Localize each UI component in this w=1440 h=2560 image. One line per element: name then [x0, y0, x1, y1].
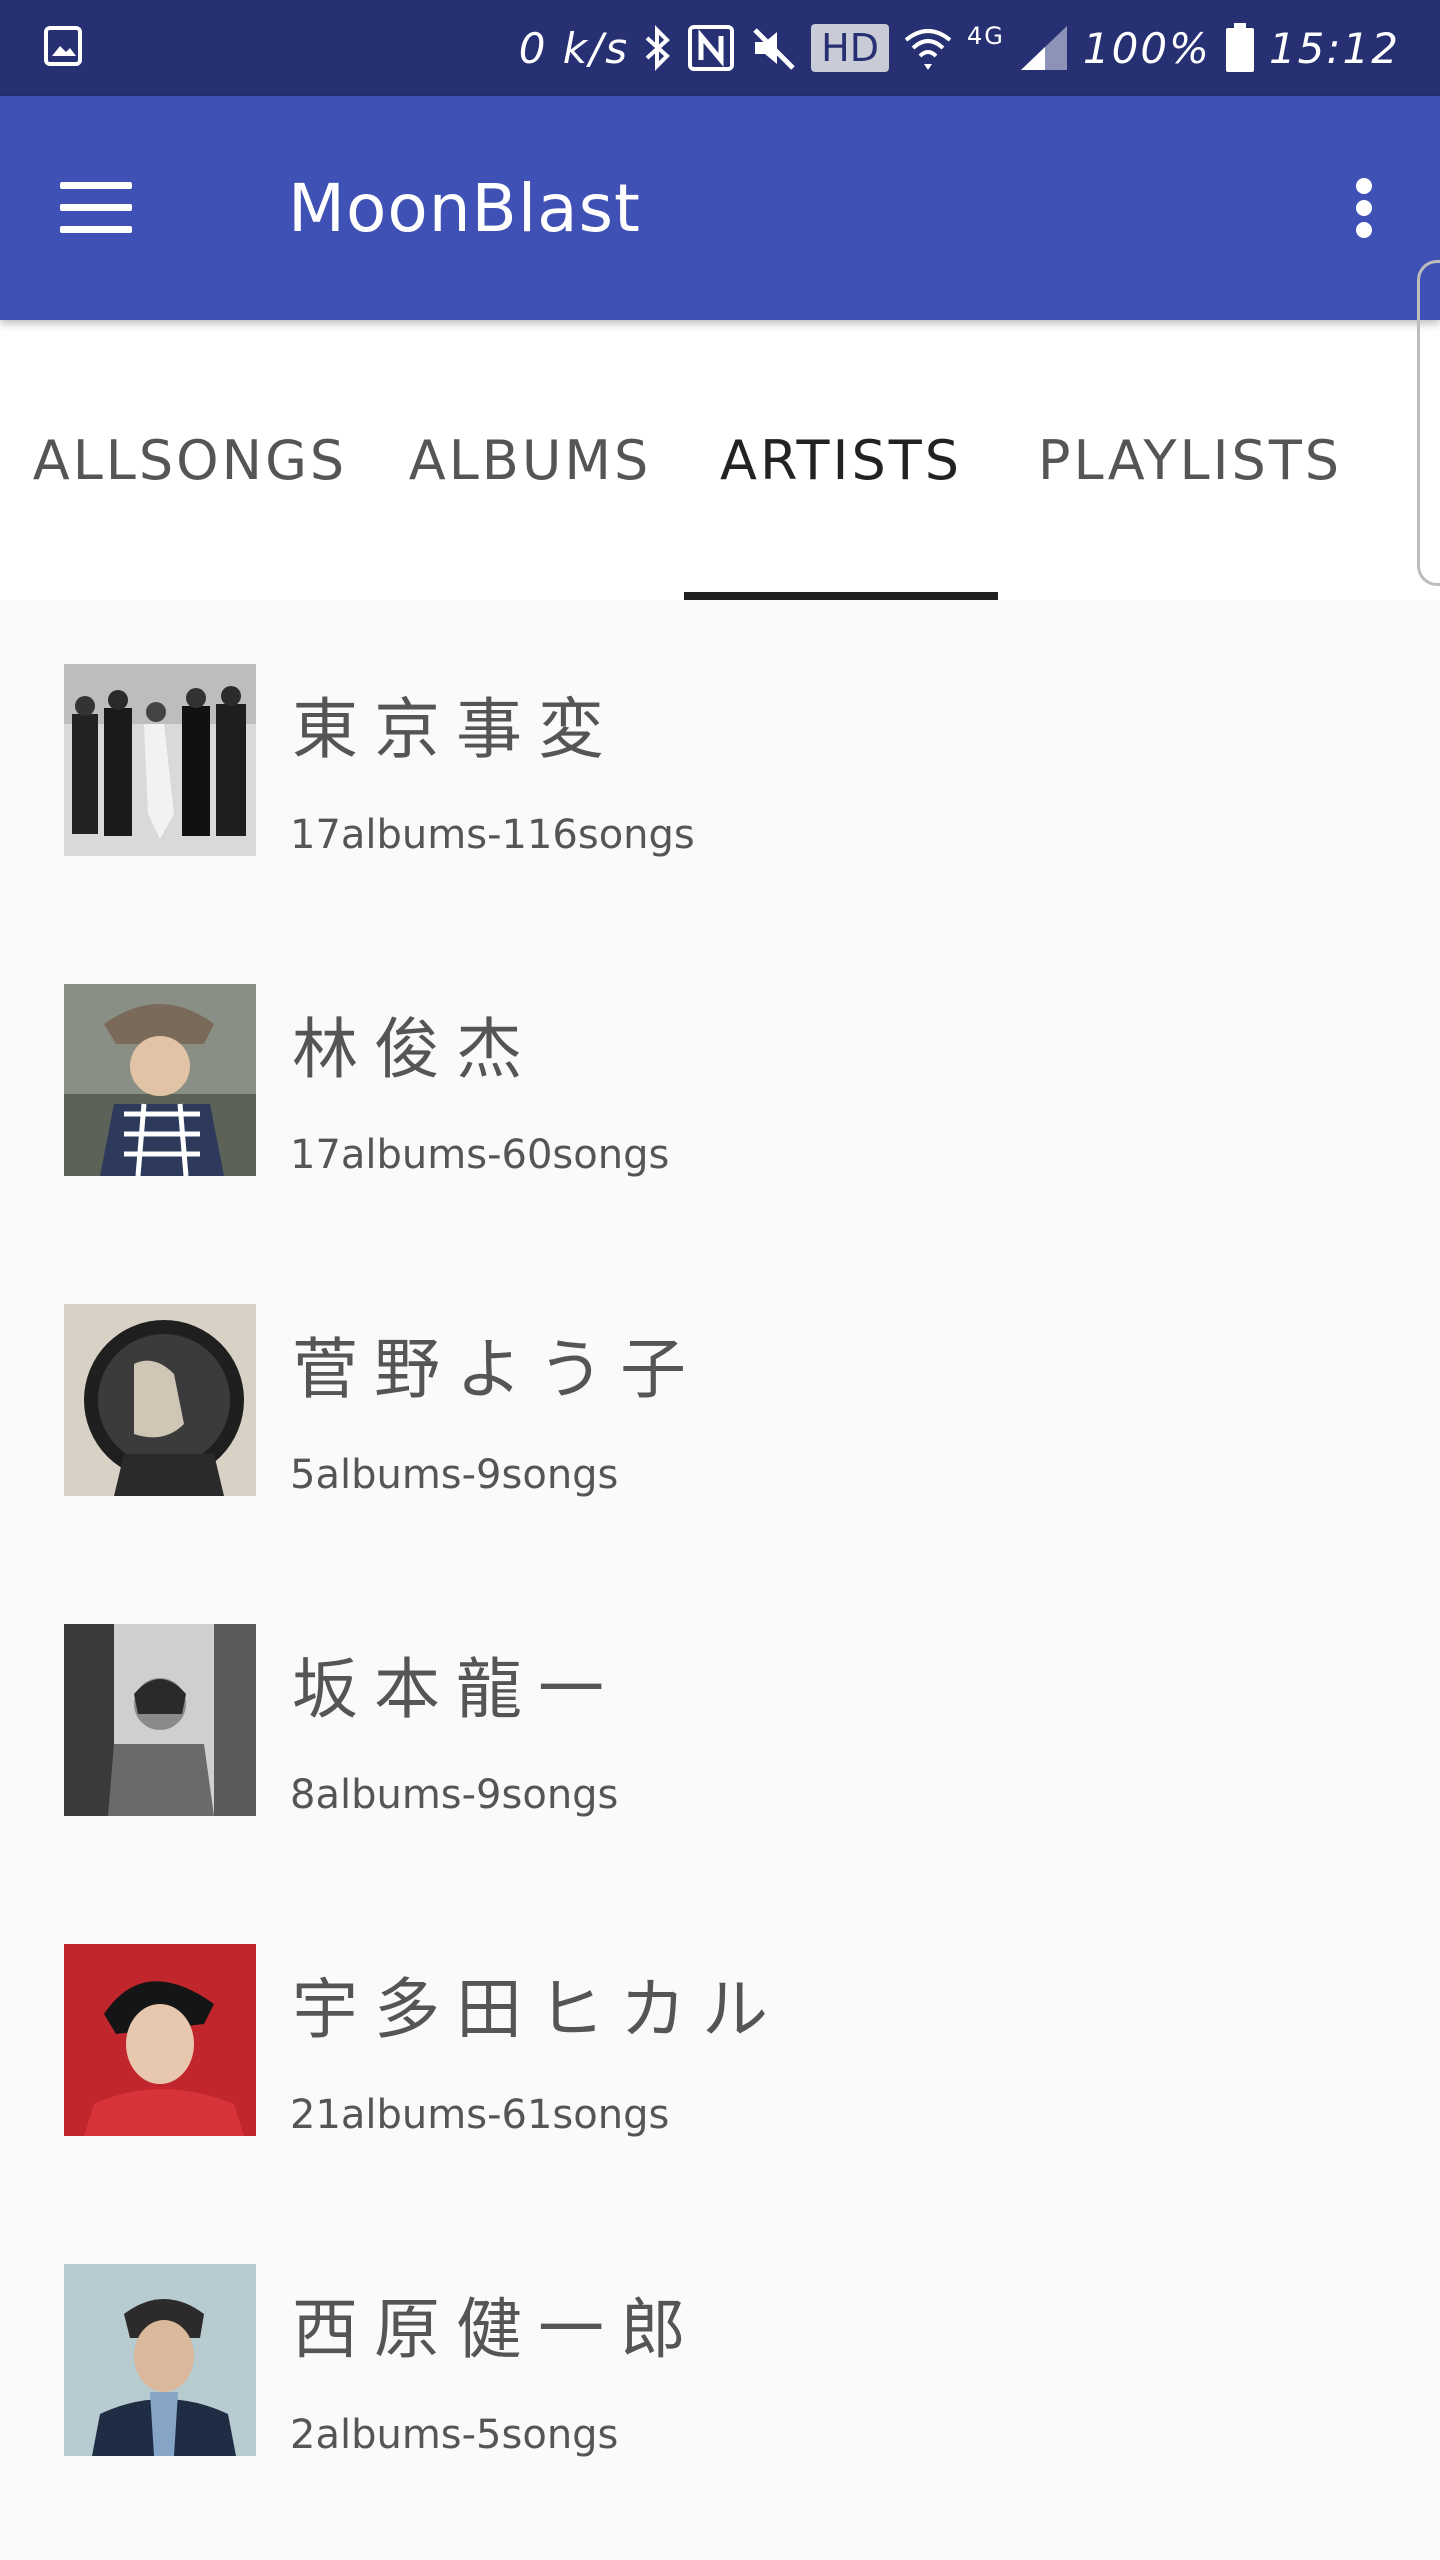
app-title: MoonBlast [288, 170, 641, 247]
artist-name: 林俊杰 [292, 1011, 538, 1088]
artist-name: 東京事変 [292, 691, 620, 768]
battery-icon [1225, 23, 1254, 72]
artist-name: 西原健一郎 [292, 2291, 702, 2368]
status-bar: 0 k/s HD 4G 100% 15:12 [0, 0, 1440, 96]
net-speed: 0 k/s [518, 23, 630, 73]
more-vert-icon[interactable] [1328, 166, 1400, 250]
app-bar: MoonBlast [0, 96, 1440, 320]
network-type: 4G [967, 22, 1005, 50]
list-item[interactable]: 菅野よう子 5albums-9songs [0, 1240, 1440, 1560]
tab-albums[interactable]: ALBUMS [409, 320, 650, 600]
artist-meta: 5albums-9songs [290, 1452, 619, 1498]
tab-bar: ALLSONGS ALBUMS ARTISTS PLAYLISTS [0, 320, 1440, 600]
list-item[interactable]: 西原健一郎 2albums-5songs [0, 2200, 1440, 2520]
bluetooth-icon [645, 25, 671, 71]
artist-meta: 2albums-5songs [290, 2412, 619, 2458]
wifi-icon [904, 29, 952, 70]
artist-meta: 8albums-9songs [290, 1772, 619, 1818]
artist-thumbnail [64, 984, 256, 1176]
hd-badge: HD [811, 24, 889, 72]
artist-thumbnail [64, 1304, 256, 1496]
list-item[interactable]: 宇多田ヒカル 21albums-61songs [0, 1880, 1440, 2200]
artist-name: 坂本龍一 [292, 1651, 620, 1728]
artist-meta: 17albums-60songs [290, 1132, 670, 1178]
nfc-icon [688, 25, 735, 71]
edge-panel-handle[interactable] [1417, 260, 1440, 586]
mute-icon [753, 28, 795, 70]
artist-thumbnail [64, 1944, 256, 2136]
signal-icon [1020, 26, 1067, 70]
clock: 15:12 [1268, 23, 1400, 73]
tab-artists[interactable]: ARTISTS [684, 320, 998, 600]
list-item[interactable]: 東京事変 17albums-116songs [0, 600, 1440, 920]
menu-icon[interactable] [44, 166, 154, 250]
artist-name: 宇多田ヒカル [292, 1971, 784, 2048]
artist-thumbnail [64, 664, 256, 856]
tab-playlists[interactable]: PLAYLISTS [1030, 320, 1350, 600]
list-item[interactable]: 坂本龍一 8albums-9songs [0, 1560, 1440, 1880]
list-item[interactable]: 林俊杰 17albums-60songs [0, 920, 1440, 1240]
artist-name: 菅野よう子 [292, 1331, 702, 1408]
artist-thumbnail [64, 1624, 256, 1816]
status-indicators: 0 k/s HD 4G 100% 15:12 [519, 0, 1400, 96]
artist-meta: 21albums-61songs [290, 2092, 670, 2138]
artist-thumbnail [64, 2264, 256, 2456]
tab-allsongs[interactable]: ALLSONGS [30, 320, 350, 600]
tab-indicator [684, 592, 998, 600]
artist-meta: 17albums-116songs [290, 812, 695, 858]
gallery-icon [44, 26, 82, 66]
battery-percent: 100% [1082, 23, 1211, 73]
